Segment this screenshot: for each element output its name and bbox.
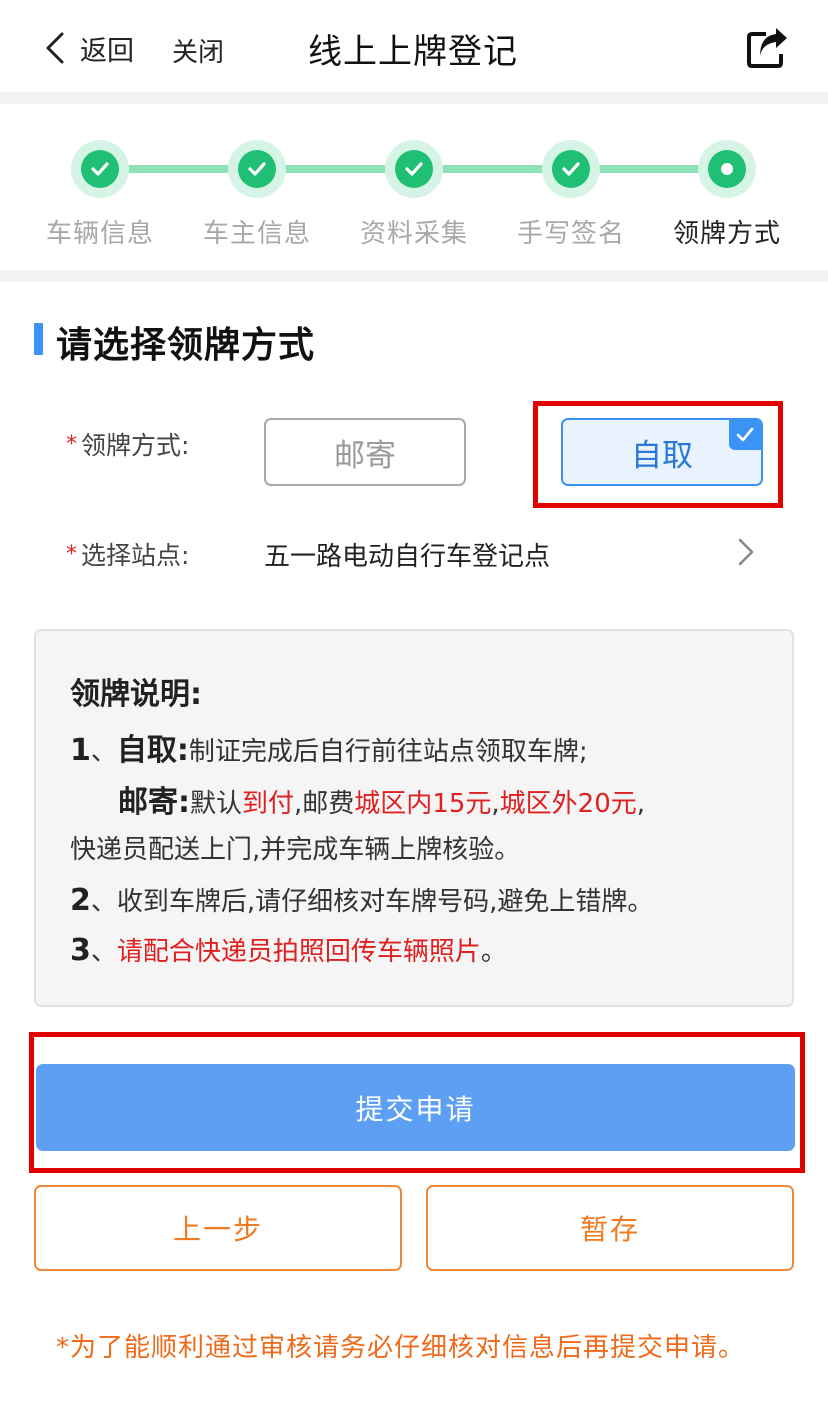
previous-step-button[interactable]: 上一步 [34, 1185, 402, 1271]
selected-check-icon [729, 420, 761, 450]
back-label: 返回 [80, 35, 134, 67]
step-4-done [542, 140, 600, 198]
note-line-2: 邮寄:默认到付,邮费城区内15元,城区外20元, [118, 785, 646, 820]
current-step-dot [721, 163, 733, 175]
note-line-3: 快递员配送上门,并完成车辆上牌核验。 [70, 835, 521, 865]
step-5-current [698, 140, 756, 198]
step-3-done [385, 140, 443, 198]
close-button[interactable]: 关闭 [172, 32, 224, 69]
required-mark: * [66, 541, 77, 567]
divider [0, 92, 828, 104]
option-self-pickup-label: 自取 [631, 437, 693, 474]
check-icon [248, 162, 266, 176]
station-select[interactable]: 五一路电动自行车登记点 [264, 536, 550, 573]
divider [0, 270, 828, 282]
step-label: 手写签名 [516, 219, 625, 249]
back-button[interactable]: 返回 [44, 26, 134, 70]
step-label: 车辆信息 [45, 219, 154, 249]
step-1-done [71, 140, 129, 198]
step-2-done [228, 140, 286, 198]
option-mail[interactable]: 邮寄 [264, 418, 466, 486]
section-accent-bar [34, 323, 43, 355]
chevron-right-icon[interactable] [734, 536, 758, 568]
step-label-current: 领牌方式 [672, 219, 781, 249]
save-draft-button[interactable]: 暂存 [426, 1185, 794, 1271]
check-icon [562, 162, 580, 176]
option-self-pickup[interactable]: 自取 [561, 418, 763, 486]
pickup-instructions: 领牌说明: 1、自取:制证完成后自行前往站点领取车牌; 邮寄:默认到付,邮费城区… [34, 629, 794, 1007]
share-icon[interactable] [746, 26, 790, 70]
nav-header: 返回 关闭 线上上牌登记 [0, 0, 828, 92]
check-icon [405, 162, 423, 176]
note-title: 领牌说明: [70, 677, 202, 712]
station-label: * 选择站点: [66, 541, 190, 570]
submit-button[interactable]: 提交申请 [36, 1064, 795, 1151]
footer-warning: *为了能顺利通过审核请务必仔细核对信息后再提交申请。 [56, 1333, 746, 1363]
section-title: 请选择领牌方式 [56, 325, 316, 366]
required-mark: * [66, 431, 77, 457]
note-line-1: 1、自取:制证完成后自行前往站点领取车牌; [70, 733, 588, 768]
check-icon [91, 162, 109, 176]
method-label: * 领牌方式: [66, 431, 190, 460]
step-label: 资料采集 [359, 219, 468, 249]
note-line-4: 2、收到车牌后,请仔细核对车牌号码,避免上错牌。 [70, 883, 654, 918]
note-line-5: 3、请配合快递员拍照回传车辆照片。 [70, 933, 507, 968]
step-label: 车主信息 [202, 219, 311, 249]
chevron-left-icon [46, 32, 64, 64]
